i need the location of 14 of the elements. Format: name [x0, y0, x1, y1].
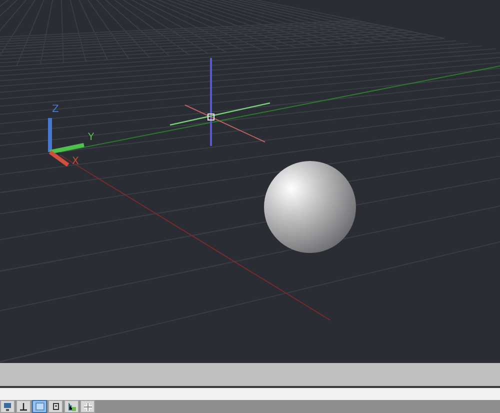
plus-icon — [82, 402, 92, 412]
axis-label: Y — [88, 132, 94, 143]
axis-label: Z — [52, 104, 59, 115]
ucs-axes-icon — [48, 118, 84, 167]
monitor-icon — [3, 402, 12, 411]
tree-icon — [66, 402, 76, 411]
axis-label: X — [72, 156, 79, 167]
3d-viewport[interactable]: Z Y X — [0, 0, 500, 363]
box-icon — [52, 402, 60, 411]
grid-icon — [34, 402, 44, 411]
toolbar-button[interactable] — [48, 400, 63, 413]
perpendicular-icon — [19, 402, 28, 411]
toolbar-button[interactable] — [16, 400, 31, 413]
toolbar-button[interactable] — [64, 400, 79, 413]
